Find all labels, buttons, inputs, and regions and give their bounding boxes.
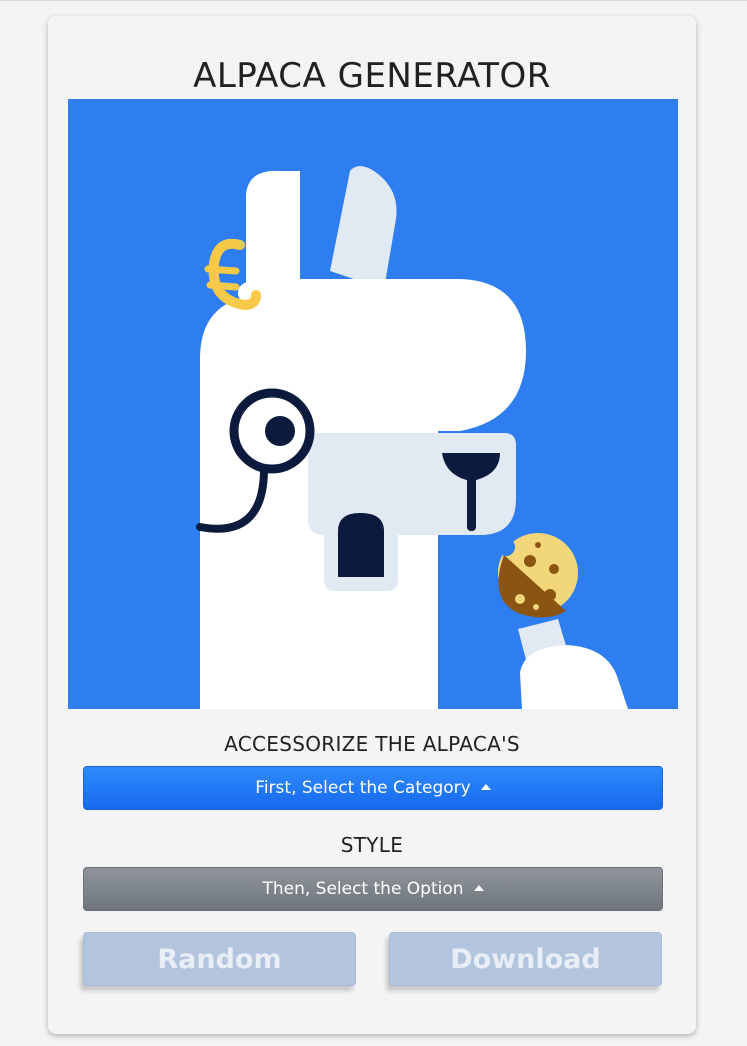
alpaca-nose-line bbox=[467, 471, 476, 531]
option-dropdown[interactable]: Then, Select the Option bbox=[83, 867, 663, 911]
category-dropdown-label: First, Select the Category bbox=[255, 778, 471, 798]
window-top-border bbox=[0, 0, 747, 1]
generator-card: ALPACA GENERATOR ACCESSORIZE THE ALPACA'… bbox=[48, 16, 696, 1034]
random-button[interactable]: Random bbox=[83, 932, 356, 986]
alpaca-preview bbox=[68, 99, 678, 709]
alpaca-illustration bbox=[68, 99, 678, 709]
alpaca-mouth bbox=[338, 513, 384, 577]
accessorize-label: ACCESSORIZE THE ALPACA'S bbox=[224, 732, 520, 756]
option-dropdown-label: Then, Select the Option bbox=[262, 879, 464, 899]
download-button[interactable]: Download bbox=[389, 932, 662, 986]
style-label: STYLE bbox=[340, 833, 404, 857]
category-dropdown[interactable]: First, Select the Category bbox=[83, 766, 663, 810]
caret-up-icon bbox=[480, 784, 491, 790]
page-title: ALPACA GENERATOR bbox=[193, 56, 551, 96]
caret-up-icon bbox=[473, 885, 484, 891]
